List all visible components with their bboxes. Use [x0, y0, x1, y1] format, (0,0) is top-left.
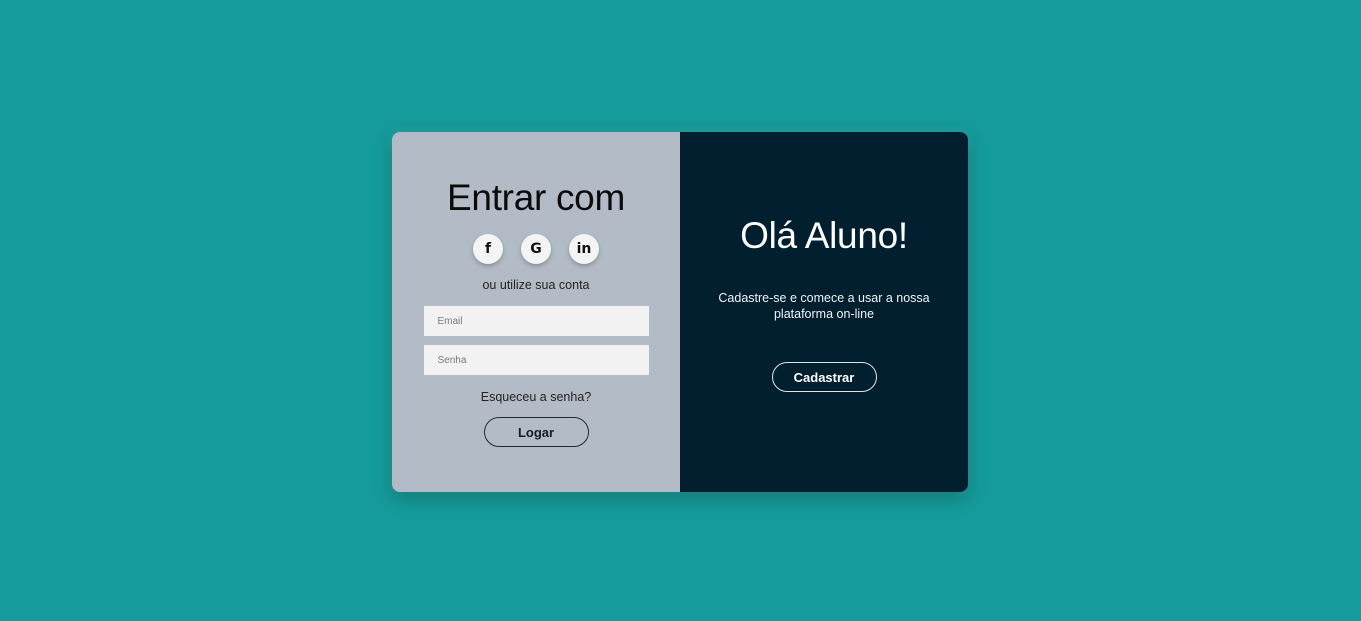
google-icon: G	[530, 241, 542, 257]
login-title: Entrar com	[447, 177, 625, 218]
login-button[interactable]: Logar	[483, 417, 589, 447]
welcome-title: Olá Aluno!	[740, 215, 908, 256]
welcome-panel: Olá Aluno! Cadastre-se e comece a usar a…	[680, 132, 968, 492]
auth-card: Entrar com f G in ou utilize sua conta E…	[392, 132, 968, 492]
facebook-login-button[interactable]: f	[473, 234, 503, 264]
login-panel: Entrar com f G in ou utilize sua conta E…	[392, 132, 680, 492]
linkedin-icon: in	[576, 241, 592, 257]
linkedin-login-button[interactable]: in	[569, 234, 599, 264]
email-field[interactable]	[423, 306, 649, 336]
social-login-group: f G in	[473, 234, 599, 264]
facebook-icon: f	[484, 241, 492, 257]
welcome-description: Cadastre-se e comece a usar a nossa plat…	[718, 291, 930, 321]
password-field[interactable]	[423, 345, 649, 375]
forgot-password-link[interactable]: Esqueceu a senha?	[481, 390, 592, 404]
google-login-button[interactable]: G	[521, 234, 551, 264]
register-button[interactable]: Cadastrar	[771, 362, 877, 392]
alt-login-text: ou utilize sua conta	[482, 278, 590, 292]
